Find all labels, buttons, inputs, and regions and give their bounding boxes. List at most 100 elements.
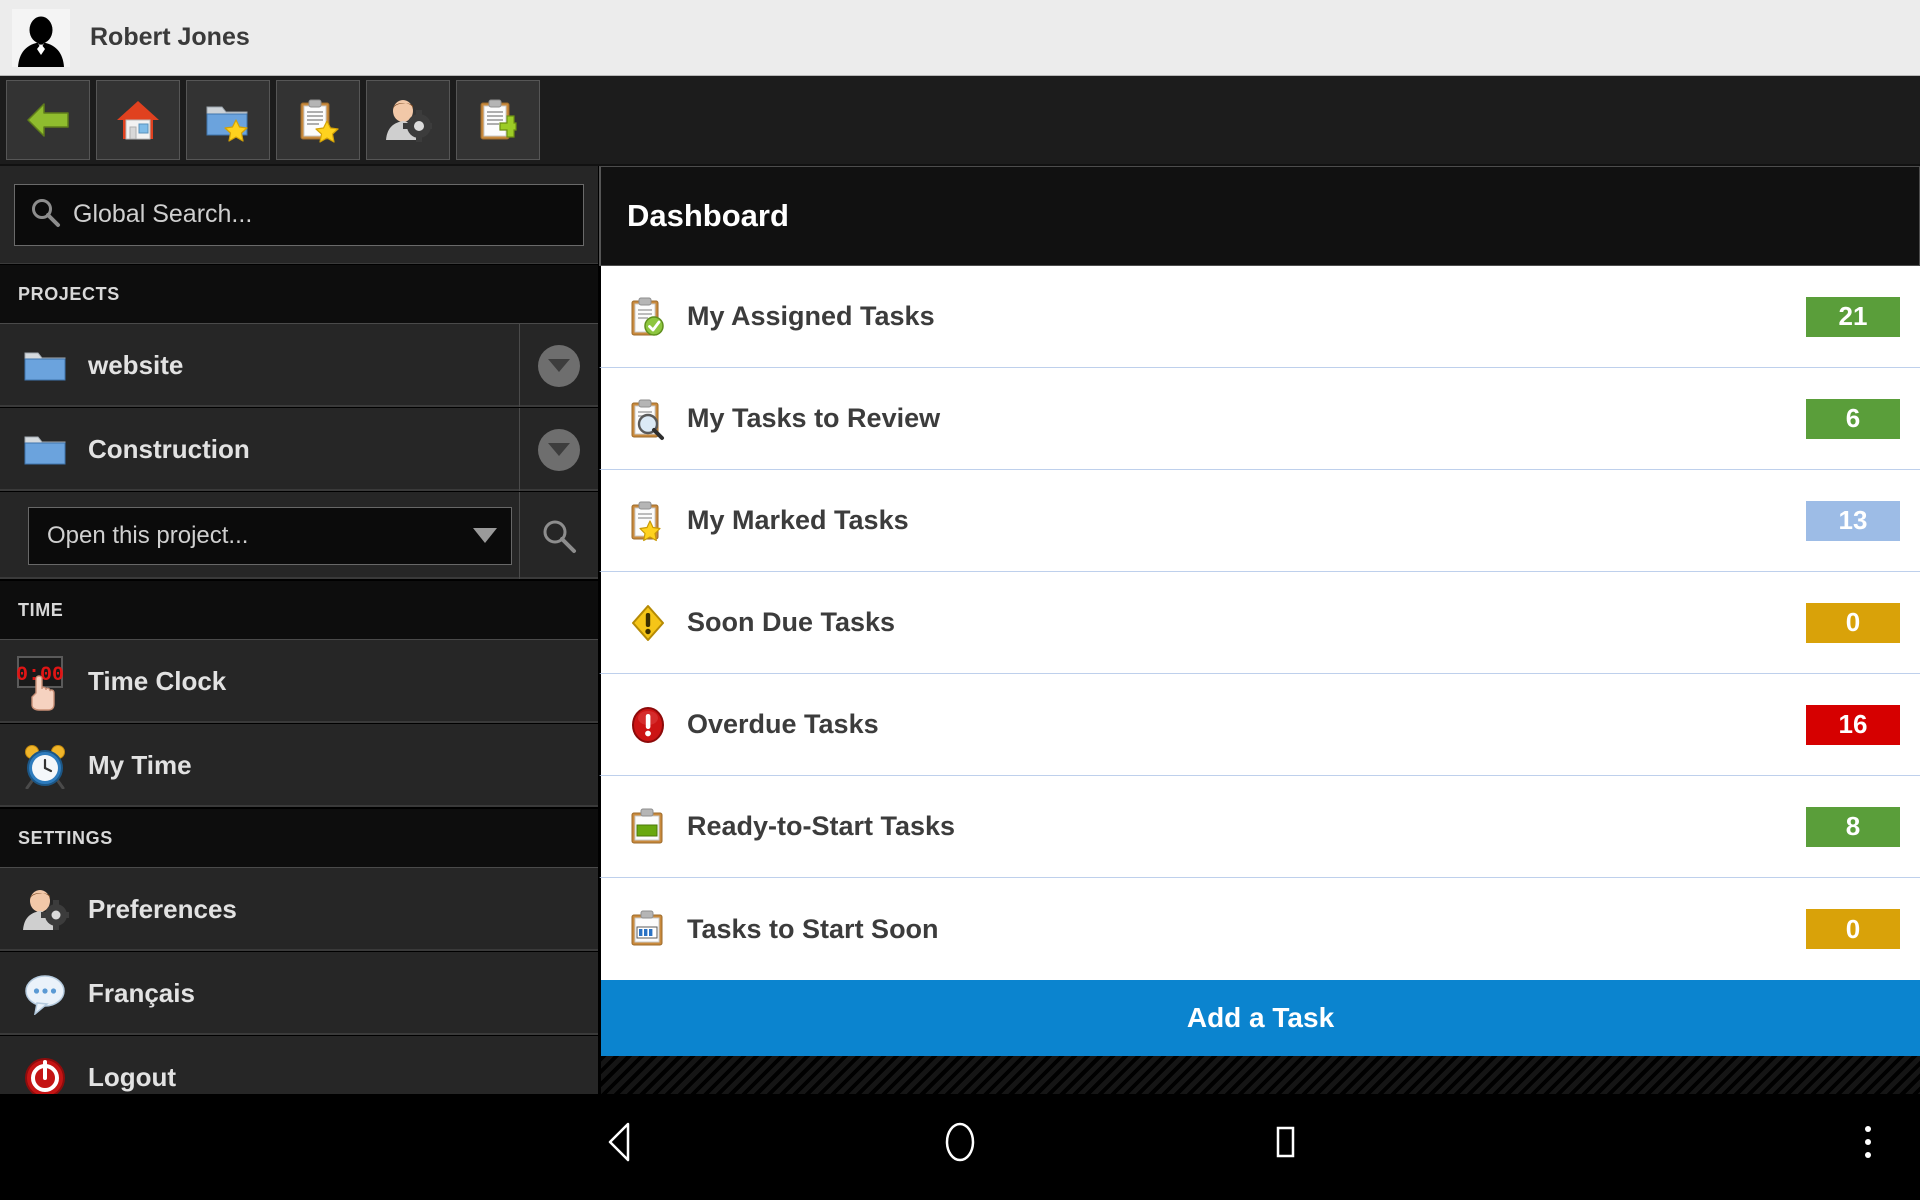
avatar [12, 8, 70, 67]
clipboard-magnifier-icon [621, 397, 675, 441]
sidebar-item-label: Construction [88, 434, 250, 464]
android-home-button[interactable] [905, 1094, 1015, 1190]
sidebar-item-label: Preferences [88, 894, 237, 924]
search-placeholder: Global Search... [73, 200, 253, 228]
home-circle-icon [945, 1122, 975, 1162]
android-navigation-bar [0, 1094, 1920, 1190]
sidebar: Global Search... PROJECTS website Constr… [0, 166, 599, 1094]
yellow-warning-diamond-icon [621, 601, 675, 645]
dashboard-row-my-tasks-to-review[interactable]: My Tasks to Review 6 [599, 368, 1920, 470]
logout-icon [14, 1056, 76, 1094]
dashboard-list: My Assigned Tasks 21 My Tasks to Review … [599, 266, 1920, 980]
sidebar-item-logout[interactable]: Logout [0, 1036, 598, 1094]
digital-clock-icon: 0:00 [14, 653, 76, 711]
status-badge: 8 [1806, 806, 1900, 847]
chevron-down-icon [538, 428, 580, 471]
status-badge: 0 [1806, 909, 1900, 949]
status-badge: 16 [1806, 704, 1900, 745]
clipboard-check-icon [621, 295, 675, 339]
caret-down-icon [473, 528, 497, 543]
search-icon [29, 196, 61, 233]
page-title: Dashboard [627, 198, 789, 233]
section-header-projects: PROJECTS [0, 264, 598, 324]
back-button[interactable] [6, 80, 90, 160]
red-alert-circle-icon [621, 703, 675, 747]
sidebar-item-label: Time Clock [88, 666, 227, 696]
dashboard-row-my-marked-tasks[interactable]: My Marked Tasks 13 [599, 470, 1920, 572]
user-silhouette-icon [18, 16, 64, 67]
status-badge: 0 [1806, 602, 1900, 643]
sidebar-item-label: Logout [88, 1062, 177, 1092]
body-wrap: Global Search... PROJECTS website Constr… [0, 166, 1920, 1094]
sidebar-item-preferences[interactable]: Preferences [0, 868, 598, 952]
sidebar-item-my-time[interactable]: My Time [0, 724, 598, 808]
sidebar-item-construction[interactable]: Construction [0, 408, 598, 492]
search-icon [543, 520, 576, 553]
user-preferences-button[interactable] [366, 80, 450, 160]
favorite-projects-button[interactable] [186, 80, 270, 160]
chevron-down-icon [538, 344, 580, 387]
search-input[interactable]: Global Search... [14, 183, 584, 246]
dashboard-row-label: Tasks to Start Soon [687, 913, 939, 944]
folder-star-icon [206, 106, 248, 142]
green-left-arrow-icon [27, 103, 69, 137]
user-name: Robert Jones [90, 23, 250, 51]
user-gear-icon [386, 100, 432, 142]
sidebar-item-time-clock[interactable]: 0:00 Time Clock [0, 640, 598, 724]
marked-tasks-button[interactable] [276, 80, 360, 160]
sidebar-item-label: My Time [88, 750, 192, 780]
folder-icon [14, 432, 76, 468]
sidebar-item-label: website [88, 350, 184, 380]
project-search-button[interactable] [519, 492, 598, 579]
dashboard-row-ready-to-start-tasks[interactable]: Ready-to-Start Tasks 8 [599, 776, 1920, 878]
status-badge: 6 [1806, 398, 1900, 439]
add-a-task-button[interactable]: Add a Task [599, 980, 1920, 1056]
overflow-menu-icon [1865, 1126, 1871, 1158]
clipboard-green-bar-icon [621, 805, 675, 849]
home-button[interactable] [96, 80, 180, 160]
dashboard-row-label: My Assigned Tasks [687, 301, 935, 331]
open-project-row: Open this project... [0, 492, 598, 580]
dashboard-row-overdue-tasks[interactable]: Overdue Tasks 16 [599, 674, 1920, 776]
android-back-button[interactable] [565, 1094, 675, 1190]
dashboard-row-label: My Tasks to Review [687, 403, 941, 433]
clipboard-star-icon [621, 499, 675, 543]
back-triangle-icon [608, 1122, 630, 1162]
clipboard-plus-icon [480, 99, 517, 140]
open-project-select[interactable]: Open this project... [28, 506, 512, 565]
dashboard-row-tasks-to-start-soon[interactable]: Tasks to Start Soon 0 [599, 878, 1920, 980]
project-menu-button-construction[interactable] [519, 408, 598, 491]
open-project-value: Open this project... [47, 521, 249, 549]
striped-footer [599, 1056, 1920, 1094]
user-header: Robert Jones [0, 0, 1920, 76]
section-header-time: TIME [0, 580, 598, 640]
clipboard-blue-bars-icon [621, 907, 675, 951]
content-header: Dashboard [599, 166, 1920, 266]
toolbar [0, 76, 1920, 166]
global-search-wrap: Global Search... [0, 166, 598, 264]
project-menu-button-website[interactable] [519, 324, 598, 407]
speech-bubble-icon [14, 973, 76, 1015]
section-header-settings: SETTINGS [0, 808, 598, 868]
add-task-button[interactable] [456, 80, 540, 160]
dashboard-row-label: Overdue Tasks [687, 709, 879, 739]
status-badge: 13 [1806, 500, 1900, 541]
sidebar-item-language[interactable]: Français [0, 952, 598, 1036]
alarm-clock-icon [14, 743, 76, 789]
content-panel: Dashboard My Assigned Tasks 21 My Tasks … [599, 166, 1920, 1094]
user-gear-icon [14, 888, 76, 932]
dashboard-row-my-assigned-tasks[interactable]: My Assigned Tasks 21 [599, 266, 1920, 368]
sidebar-item-label: Français [88, 978, 195, 1008]
sidebar-item-website[interactable]: website [0, 324, 598, 408]
dashboard-row-soon-due-tasks[interactable]: Soon Due Tasks 0 [599, 572, 1920, 674]
folder-icon [14, 348, 76, 384]
dashboard-row-label: Soon Due Tasks [687, 607, 896, 637]
status-badge: 21 [1806, 296, 1900, 337]
android-recent-apps-button[interactable] [1230, 1094, 1340, 1190]
dashboard-row-label: Ready-to-Start Tasks [687, 811, 956, 841]
dashboard-row-label: My Marked Tasks [687, 505, 909, 535]
house-icon [117, 101, 159, 140]
clipboard-star-icon [300, 99, 339, 143]
android-overflow-menu-button[interactable] [1838, 1094, 1898, 1190]
recent-apps-square-icon [1276, 1126, 1295, 1158]
